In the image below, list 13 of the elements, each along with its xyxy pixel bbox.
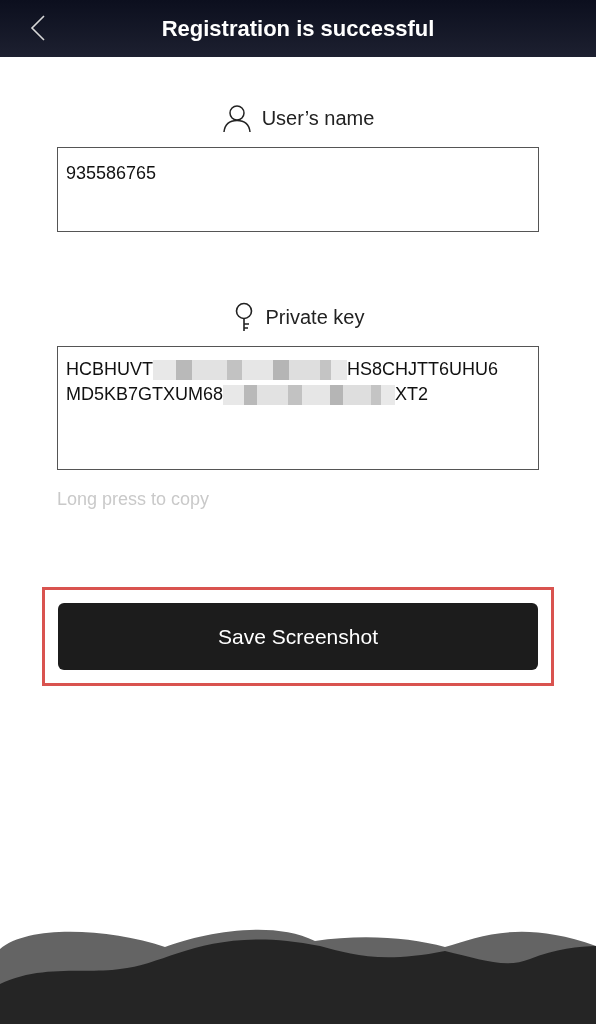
save-screenshot-button[interactable]: Save Screenshot bbox=[58, 603, 538, 670]
key-text: HCBHUVT bbox=[66, 358, 153, 381]
person-icon bbox=[221, 103, 252, 133]
key-text: XT2 bbox=[395, 383, 429, 406]
username-field[interactable]: 935586765 bbox=[57, 147, 539, 232]
username-value: 935586765 bbox=[66, 163, 157, 183]
key-text: MD5KB7GTXUM68 bbox=[66, 383, 224, 406]
private-key-field[interactable]: HCBHUVT HS8CHJTT6UHU6 MD5KB7GTXUM68 XT2 bbox=[57, 346, 539, 470]
private-key-label: Private key bbox=[265, 305, 365, 330]
back-icon bbox=[30, 14, 46, 42]
screen-title: Registration is successful bbox=[161, 15, 435, 43]
key-text: HS8CHJTT6UHU6 bbox=[347, 358, 499, 381]
username-label: User’s name bbox=[261, 106, 375, 131]
